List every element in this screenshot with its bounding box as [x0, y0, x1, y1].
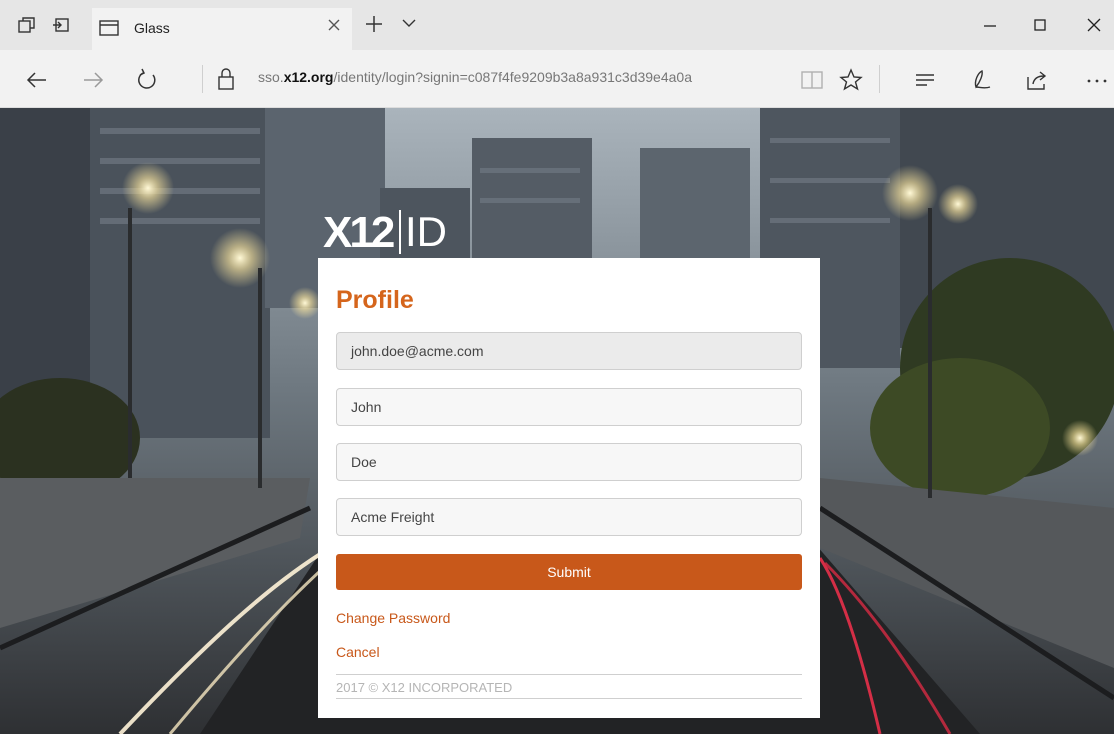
window-close-icon[interactable]: [1082, 13, 1106, 37]
plus-icon[interactable]: [364, 14, 384, 38]
url-prefix: sso.: [258, 69, 284, 85]
tab-bar: Glass: [0, 0, 1114, 50]
footer-divider-top: [336, 674, 802, 675]
profile-card: Profile john.doe@acme.com John Doe Acme …: [318, 258, 820, 718]
pen-icon[interactable]: [968, 67, 994, 93]
company-field[interactable]: Acme Freight: [336, 498, 802, 536]
submit-button[interactable]: Submit: [336, 554, 802, 590]
last-name-field[interactable]: Doe: [336, 443, 802, 481]
page-content: X12 ID Profile john.doe@acme.com John Do…: [0, 108, 1114, 734]
tab-title: Glass: [134, 20, 170, 36]
reading-view-icon[interactable]: [799, 67, 825, 93]
minimize-icon[interactable]: [978, 13, 1002, 37]
star-icon[interactable]: [838, 67, 864, 93]
refresh-icon[interactable]: [134, 67, 160, 93]
chevron-down-icon[interactable]: [400, 14, 418, 36]
back-icon[interactable]: [24, 67, 50, 93]
first-name-field[interactable]: John: [336, 388, 802, 426]
share-icon[interactable]: [1024, 67, 1050, 93]
tab-preview-icon[interactable]: [18, 16, 36, 34]
logo-suffix: ID: [405, 208, 447, 255]
tab-glass[interactable]: Glass: [92, 8, 352, 50]
change-password-link[interactable]: Change Password: [336, 610, 450, 626]
url-path: /identity/login?signin=c087f4fe9209b3a8a…: [333, 69, 692, 85]
email-field: john.doe@acme.com: [336, 332, 802, 370]
address-separator: [202, 65, 203, 93]
logo-divider: [399, 210, 401, 254]
forward-icon[interactable]: [80, 67, 106, 93]
lock-icon[interactable]: [216, 66, 236, 92]
logo-main: X12: [323, 208, 395, 257]
close-icon[interactable]: [324, 16, 344, 36]
copyright-text: 2017 © X12 INCORPORATED: [336, 680, 513, 695]
hub-icon[interactable]: [912, 67, 938, 93]
cancel-link[interactable]: Cancel: [336, 644, 380, 660]
tab-aside-icon[interactable]: [52, 16, 70, 34]
page-title: Profile: [336, 286, 414, 314]
maximize-icon[interactable]: [1028, 13, 1052, 37]
url-field[interactable]: sso.x12.org/identity/login?signin=c087f4…: [258, 69, 692, 85]
address-bar: sso.x12.org/identity/login?signin=c087f4…: [0, 50, 1114, 108]
url-domain: x12.org: [283, 69, 334, 85]
toolbar-separator: [879, 65, 880, 93]
more-icon[interactable]: [1084, 67, 1110, 93]
footer-divider-bottom: [336, 698, 802, 699]
page-icon: [98, 18, 120, 38]
